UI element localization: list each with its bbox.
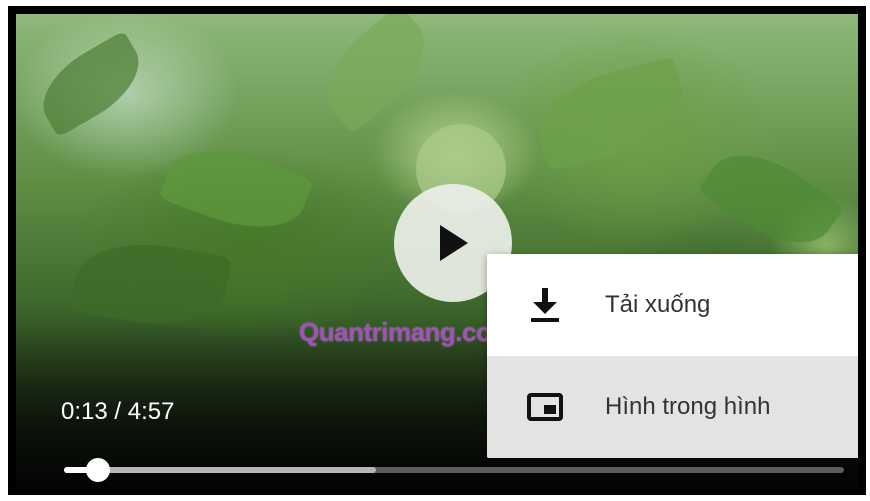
leaf-shape: [528, 55, 694, 173]
watermark: Quantrimang.com: [299, 317, 514, 347]
menu-item-label: Hình trong hình: [605, 393, 771, 420]
leaf-shape: [697, 133, 845, 265]
context-menu: Tải xuống Hình trong hình: [487, 254, 858, 458]
video-player[interactable]: Quantrimang.com 0:13 / 4:57 Tải xuống Hì…: [8, 6, 866, 495]
video-frame[interactable]: Quantrimang.com 0:13 / 4:57 Tải xuống Hì…: [16, 14, 858, 489]
progress-buffered: [64, 467, 376, 473]
download-icon: [531, 288, 559, 322]
leaf-shape: [158, 132, 314, 246]
play-icon: [440, 225, 468, 261]
picture-in-picture-icon: [527, 393, 563, 421]
leaf-shape: [28, 30, 154, 138]
menu-item-picture-in-picture[interactable]: Hình trong hình: [487, 356, 858, 458]
time-separator: /: [107, 398, 128, 425]
duration: 4:57: [127, 398, 175, 425]
progress-bar[interactable]: [64, 458, 844, 482]
menu-item-label: Tải xuống: [605, 291, 711, 318]
time-display: 0:13 / 4:57: [61, 398, 174, 426]
current-time: 0:13: [61, 398, 108, 425]
menu-item-download[interactable]: Tải xuống: [487, 254, 858, 356]
leaf-shape: [307, 14, 445, 135]
